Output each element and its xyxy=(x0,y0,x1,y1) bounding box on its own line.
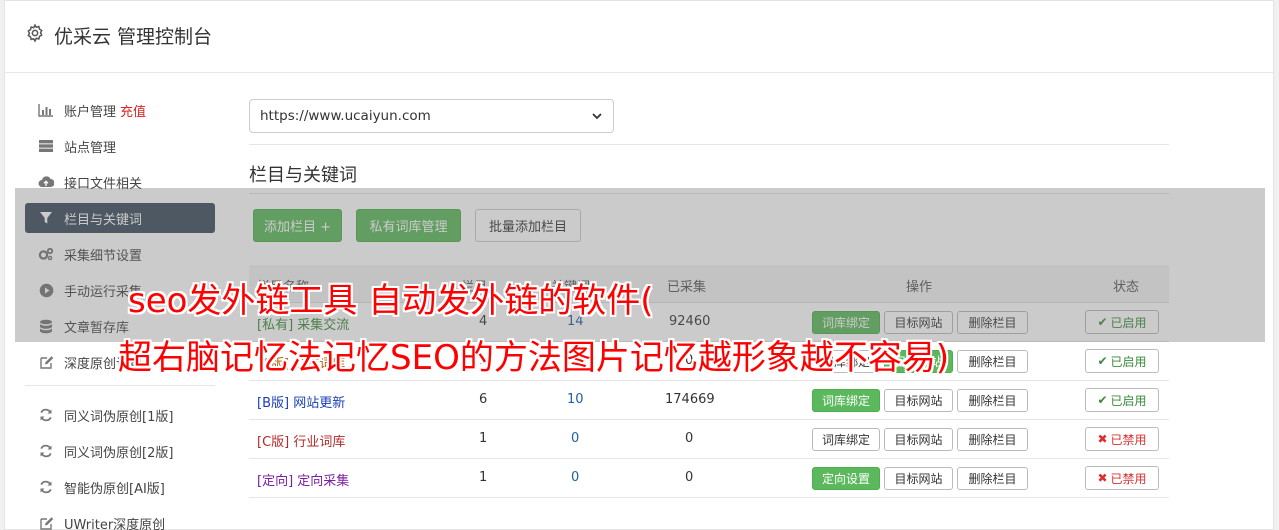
edit-icon xyxy=(37,353,55,371)
table-row: [定向] 定向采集 1 0 0 定向设置 目标网站 删除栏目 ✖ 已禁用 xyxy=(249,459,1169,498)
lib-count: 6 xyxy=(479,392,488,407)
sidebar-item-label: 同义词伪原创[1版] xyxy=(64,409,174,425)
refresh-icon xyxy=(37,478,55,496)
refresh-icon xyxy=(37,406,55,424)
page-title: 优采云 管理控制台 xyxy=(54,26,213,48)
delete-column-button[interactable]: 删除栏目 xyxy=(957,389,1028,412)
check-icon: ✔ xyxy=(1097,393,1108,407)
status-toggle[interactable]: ✖ 已禁用 xyxy=(1085,427,1159,451)
overlay-caption-line2: 超右脑记忆法记忆SEO的方法图片记忆越形象越不容易) xyxy=(118,338,950,378)
sidebar-item-label: 智能伪原创[AI版] xyxy=(64,481,165,497)
lib-count: 1 xyxy=(479,470,488,485)
bind-lib-button[interactable]: 词库绑定 xyxy=(812,428,880,451)
sidebar-item-label: 同义词伪原创[2版] xyxy=(64,445,174,461)
edit-icon xyxy=(37,514,55,530)
sidebar-item-label: 账户管理 xyxy=(64,104,117,120)
target-site-button[interactable]: 目标网站 xyxy=(884,467,953,490)
column-name-cell[interactable]: [定向] 定向采集 xyxy=(257,470,349,489)
delete-column-button[interactable]: 删除栏目 xyxy=(957,350,1028,373)
sidebar-item-sites[interactable]: 站点管理 xyxy=(25,131,215,161)
target-site-button[interactable]: 目标网站 xyxy=(884,428,953,451)
overlay-caption-line1: seo发外链工具 自动发外链的软件( xyxy=(128,281,654,321)
site-select[interactable]: https://www.ucaiyun.com xyxy=(249,99,614,133)
divider xyxy=(249,144,1169,145)
bar-chart-icon xyxy=(37,101,55,119)
sidebar-item-uwriter[interactable]: UWriter深度原创 xyxy=(25,508,215,530)
kw-count[interactable]: 0 xyxy=(571,470,579,485)
article-count: 0 xyxy=(685,470,694,485)
delete-column-button[interactable]: 删除栏目 xyxy=(957,428,1028,451)
bind-lib-button[interactable]: 词库绑定 xyxy=(812,389,880,412)
sidebar-item-account[interactable]: 账户管理 充值 xyxy=(25,95,215,125)
recharge-link[interactable]: 充值 xyxy=(120,101,146,120)
status-toggle[interactable]: ✖ 已禁用 xyxy=(1085,466,1159,490)
status-toggle[interactable]: ✔ 已启用 xyxy=(1085,388,1159,412)
lib-count: 1 xyxy=(479,431,488,446)
column-name-cell[interactable]: [B版] 网站更新 xyxy=(257,392,345,411)
refresh-icon xyxy=(37,442,55,460)
column-name-cell[interactable]: [C版] 行业词库 xyxy=(257,431,345,450)
server-icon xyxy=(37,137,55,155)
kw-count[interactable]: 10 xyxy=(567,392,584,407)
close-icon: ✖ xyxy=(1097,432,1108,446)
table-row: [C版] 行业词库 1 0 0 词库绑定 目标网站 删除栏目 ✖ 已禁用 xyxy=(249,420,1169,459)
sidebar-item-ai-original[interactable]: 智能伪原创[AI版] xyxy=(25,472,215,502)
kw-count[interactable]: 0 xyxy=(571,431,579,446)
chevron-down-icon xyxy=(592,113,602,120)
sidebar-item-label: 站点管理 xyxy=(64,140,117,156)
sidebar-divider xyxy=(25,385,215,386)
site-select-value: https://www.ucaiyun.com xyxy=(260,108,431,124)
status-toggle[interactable]: ✔ 已启用 xyxy=(1085,349,1159,373)
check-icon: ✔ xyxy=(1097,354,1108,368)
delete-column-button[interactable]: 删除栏目 xyxy=(957,467,1028,490)
article-count: 174669 xyxy=(665,392,715,407)
close-icon: ✖ xyxy=(1097,471,1108,485)
directed-settings-button[interactable]: 定向设置 xyxy=(812,467,880,490)
sidebar-item-synonym-v1[interactable]: 同义词伪原创[1版] xyxy=(25,400,215,430)
header: 优采云 管理控制台 xyxy=(5,1,1273,73)
sidebar-item-label: UWriter深度原创 xyxy=(64,517,166,530)
table-row: [B版] 网站更新 6 10 174669 词库绑定 目标网站 删除栏目 ✔ 已启… xyxy=(249,381,1169,420)
gear-icon xyxy=(27,23,43,43)
article-count: 0 xyxy=(685,431,694,446)
target-site-button[interactable]: 目标网站 xyxy=(884,389,953,412)
sidebar-item-synonym-v2[interactable]: 同义词伪原创[2版] xyxy=(25,436,215,466)
section-title: 栏目与关键词 xyxy=(249,165,357,186)
